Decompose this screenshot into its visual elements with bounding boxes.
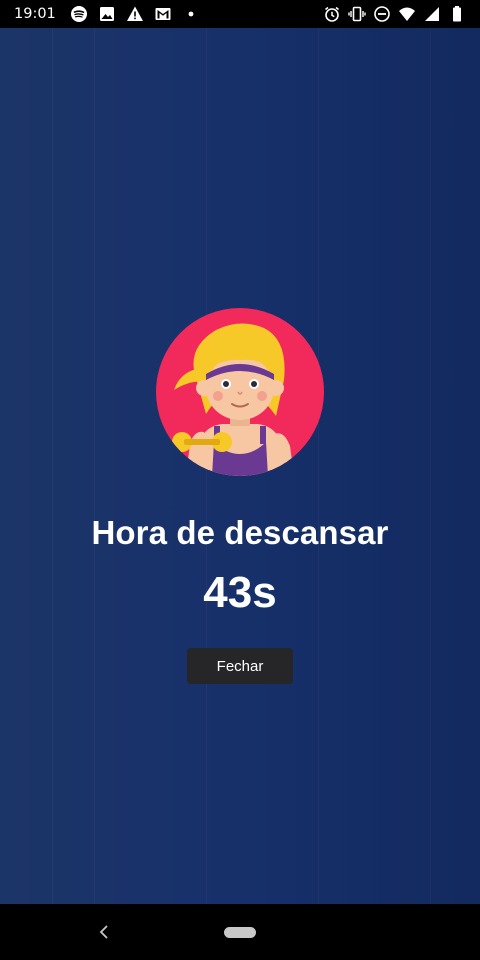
wifi-icon bbox=[398, 5, 416, 23]
status-time: 19:01 bbox=[14, 6, 56, 22]
rest-title: Hora de descansar bbox=[91, 514, 389, 551]
alarm-icon bbox=[323, 5, 341, 23]
bg-stripe bbox=[94, 28, 95, 904]
bg-stripe bbox=[52, 28, 53, 904]
image-icon bbox=[98, 5, 116, 23]
status-bar: 19:01 bbox=[0, 0, 480, 28]
battery-icon bbox=[448, 5, 466, 23]
rest-timer: 43s bbox=[203, 568, 277, 617]
close-button[interactable]: Fechar bbox=[187, 648, 293, 684]
gmail-icon bbox=[154, 5, 172, 23]
vibrate-icon bbox=[348, 5, 366, 23]
signal-icon bbox=[423, 5, 441, 23]
status-left: 19:01 bbox=[14, 5, 200, 23]
spotify-icon bbox=[70, 5, 88, 23]
navigation-bar bbox=[0, 904, 480, 960]
back-icon[interactable] bbox=[94, 922, 114, 942]
status-right bbox=[323, 5, 466, 23]
dnd-icon bbox=[373, 5, 391, 23]
fitness-avatar bbox=[156, 308, 324, 476]
dot-icon bbox=[182, 5, 200, 23]
rest-screen: Hora de descansar 43s Fechar bbox=[0, 28, 480, 904]
bg-stripe bbox=[430, 28, 431, 904]
home-pill[interactable] bbox=[224, 927, 256, 938]
warning-icon bbox=[126, 5, 144, 23]
